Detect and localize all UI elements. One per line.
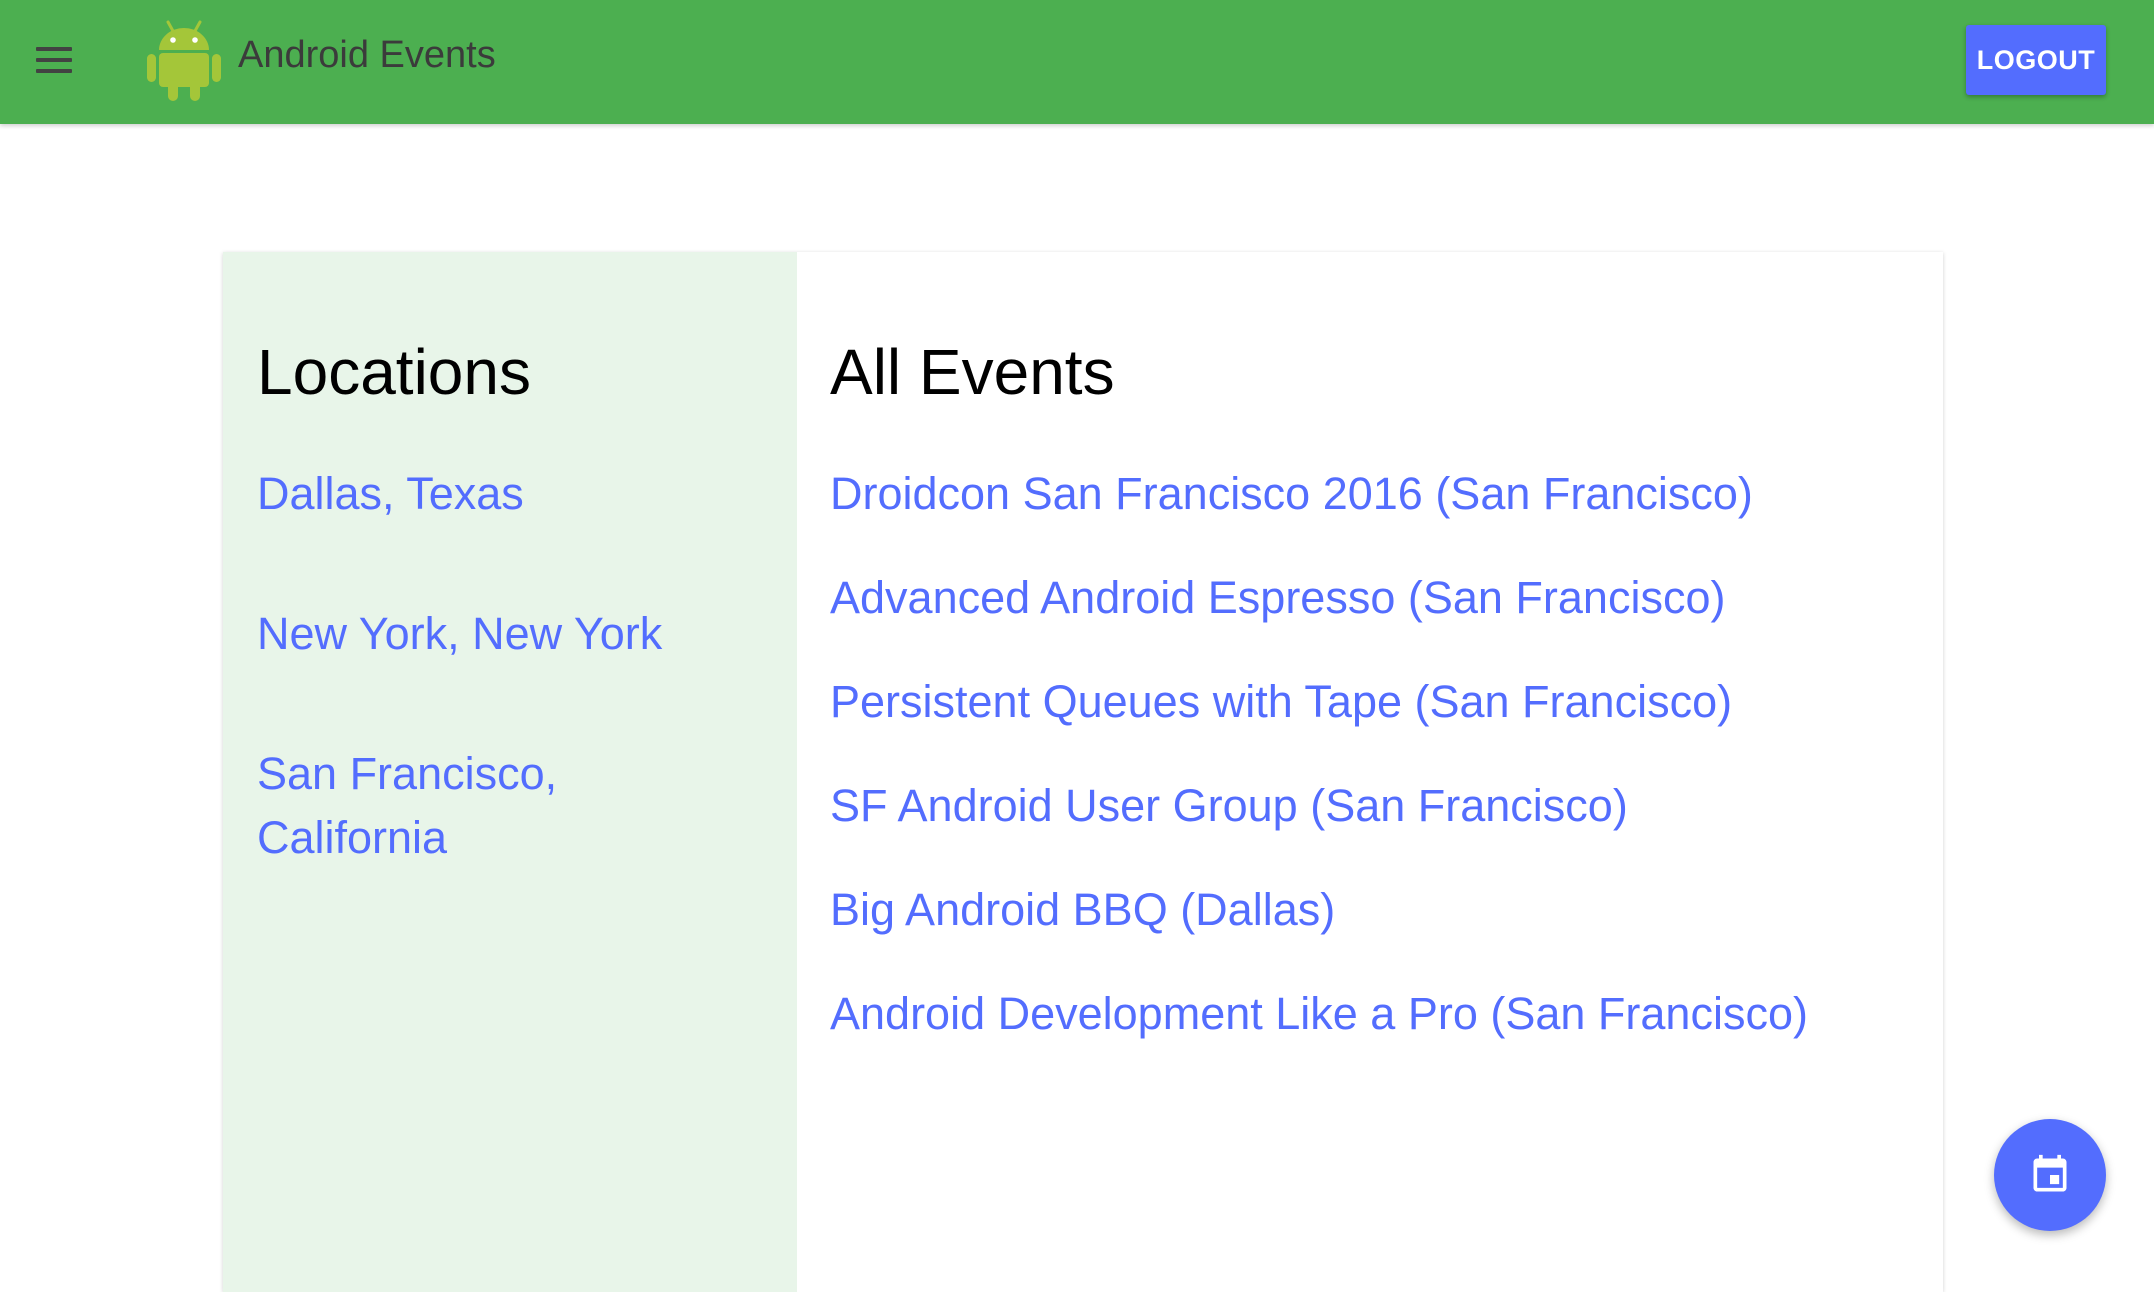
event-list: Droidcon San Francisco 2016 (San Francis…	[830, 462, 1870, 1086]
locations-panel: Locations Dallas, Texas New York, New Yo…	[223, 252, 797, 1292]
menu-icon-bar-top	[36, 47, 72, 51]
menu-button[interactable]	[26, 38, 82, 82]
event-item: Android Development Like a Pro (San Fran…	[830, 982, 1870, 1046]
location-link-new-york[interactable]: New York, New York	[257, 602, 757, 666]
location-link-dallas[interactable]: Dallas, Texas	[257, 462, 757, 526]
event-link[interactable]: Android Development Like a Pro (San Fran…	[830, 982, 1870, 1046]
event-item: Big Android BBQ (Dallas)	[830, 878, 1870, 942]
menu-icon-bar-middle	[36, 58, 72, 62]
events-card: Locations Dallas, Texas New York, New Yo…	[223, 252, 1943, 1292]
location-item: San Francisco, California	[257, 742, 757, 870]
logout-button[interactable]: LOGOUT	[1966, 25, 2106, 95]
events-panel: All Events Droidcon San Francisco 2016 (…	[797, 252, 1943, 1292]
event-item: SF Android User Group (San Francisco)	[830, 774, 1870, 838]
location-item: New York, New York	[257, 602, 757, 666]
event-link[interactable]: Advanced Android Espresso (San Francisco…	[830, 566, 1870, 630]
location-link-san-francisco[interactable]: San Francisco, California	[257, 742, 757, 870]
add-event-fab[interactable]	[1994, 1119, 2106, 1231]
event-item: Droidcon San Francisco 2016 (San Francis…	[830, 462, 1870, 526]
events-title: All Events	[830, 336, 1115, 408]
app-bar: Android Events LOGOUT	[0, 0, 2154, 124]
event-link[interactable]: Persistent Queues with Tape (San Francis…	[830, 670, 1870, 734]
event-item: Advanced Android Espresso (San Francisco…	[830, 566, 1870, 630]
menu-icon-bar-bottom	[36, 69, 72, 73]
android-logo-icon	[147, 20, 221, 101]
event-link[interactable]: Droidcon San Francisco 2016 (San Francis…	[830, 462, 1870, 526]
event-link[interactable]: SF Android User Group (San Francisco)	[830, 774, 1870, 838]
location-list: Dallas, Texas New York, New York San Fra…	[257, 462, 757, 946]
app-title: Android Events	[238, 34, 496, 76]
locations-title: Locations	[257, 336, 531, 408]
calendar-event-icon	[2033, 1154, 2067, 1192]
location-item: Dallas, Texas	[257, 462, 757, 526]
event-item: Persistent Queues with Tape (San Francis…	[830, 670, 1870, 734]
event-link[interactable]: Big Android BBQ (Dallas)	[830, 878, 1870, 942]
